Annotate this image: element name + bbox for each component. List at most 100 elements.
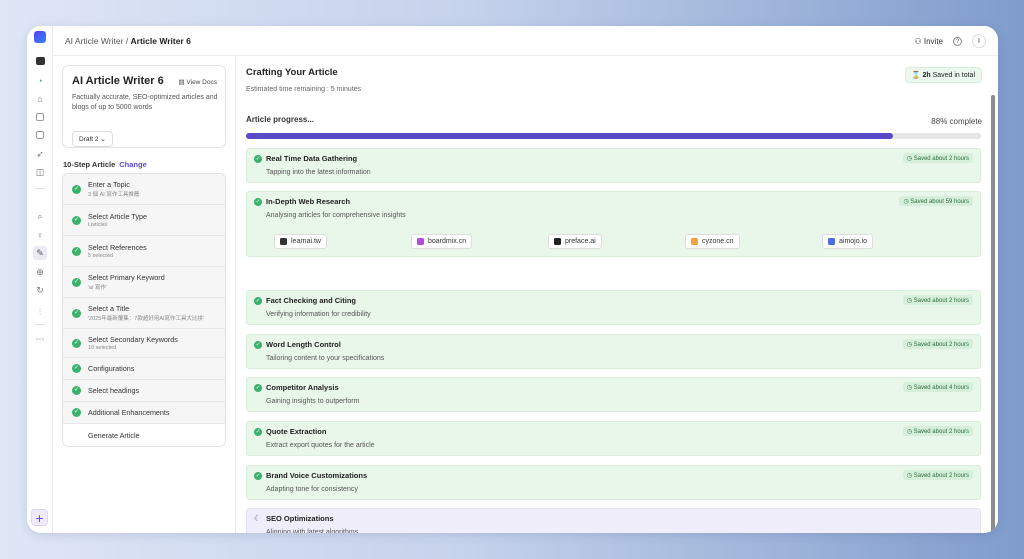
icon-rail: ◔ ⌂ ➶ ◫ ⌕ ♀ ✎ ⊕ ↻ ⫶ ⋯ + <box>27 26 53 533</box>
breadcrumb-separator: / <box>123 36 131 46</box>
step-item[interactable]: ✓ Enter a Topic 3 個 AI 寫作工具推薦 <box>63 174 225 205</box>
time-saved-badge: ◷ Saved about 2 hours <box>902 153 973 163</box>
rail-divider <box>35 324 45 325</box>
document-icon[interactable] <box>36 113 44 121</box>
time-saved-text: Saved about 2 hours <box>913 472 969 479</box>
favicon-icon <box>554 238 561 245</box>
search-icon[interactable]: ⌕ <box>35 211 45 221</box>
time-saved-text: Saved about 2 hours <box>913 341 969 348</box>
rail-divider <box>35 188 45 189</box>
task-card: ✓ Quote Extraction Extract export quotes f… <box>246 421 981 456</box>
time-saved-text: Saved about 2 hours <box>913 428 969 435</box>
task-name: SEO Optimizations <box>266 514 334 523</box>
steps-header-label: 10-Step Article <box>63 160 116 169</box>
check-circle-icon: ✓ <box>72 215 81 225</box>
step-label: Generate Article <box>88 430 140 440</box>
task-description: Gaining insights to outperform <box>266 398 360 405</box>
check-circle-icon: ✓ <box>254 428 262 436</box>
step-item[interactable]: ✓ Select a Title '2025年最新覆集：7款超好用AI寫作工具大比拼… <box>63 298 225 329</box>
task-description: Tailoring content to your specifications <box>266 355 385 362</box>
view-docs-link[interactable]: ▤ View Docs <box>178 78 217 86</box>
step-item[interactable]: ✓ Configurations <box>63 358 225 380</box>
saved-total-badge: ⌛ 2h Saved in total <box>904 67 982 83</box>
lightbulb-icon[interactable]: ♀ <box>35 230 45 240</box>
loading-icon[interactable]: ◔ <box>35 76 45 86</box>
source-chip[interactable]: cyzone.cn <box>685 234 740 249</box>
scrollbar[interactable] <box>991 95 995 533</box>
step-item[interactable]: ✓ Select References 5 selected <box>63 236 225 267</box>
source-chip[interactable]: boardmix.cn <box>411 234 473 249</box>
help-icon[interactable]: ? <box>953 36 962 46</box>
invite-label: Invite <box>923 36 943 46</box>
doc-icon: ▤ <box>178 79 185 86</box>
task-card: ✓ In-Depth Web Research Analysing articles… <box>246 191 981 257</box>
breadcrumb-parent[interactable]: AI Article Writer <box>65 36 123 46</box>
source-list: learnai.tw boardmix.cn preface.ai cyzone.cn… <box>274 234 994 250</box>
refresh-icon[interactable]: ↻ <box>35 285 45 295</box>
task-name: Word Length Control <box>266 340 341 349</box>
view-docs-label: View Docs <box>186 79 217 86</box>
task-description: Tapping into the latest information <box>266 169 371 176</box>
task-description: Analysing articles for comprehensive ins… <box>266 212 406 219</box>
progress-label: Article progress... <box>246 115 315 124</box>
app-window: ◔ ⌂ ➶ ◫ ⌕ ♀ ✎ ⊕ ↻ ⫶ ⋯ + AI Article Write… <box>27 26 998 533</box>
article-writer-description: Factually accurate, SEO-optimized articl… <box>72 94 218 111</box>
hourglass-icon: ⌛ <box>911 72 921 79</box>
progress-percent: 88% complete <box>931 117 982 126</box>
home-icon[interactable]: ⌂ <box>35 94 45 104</box>
clock-icon: ◷ <box>906 472 914 479</box>
source-chip[interactable]: learnai.tw <box>274 234 327 249</box>
more-icon[interactable]: ⋯ <box>35 334 45 344</box>
step-sub: 5 selected <box>88 253 114 259</box>
app-logo-icon[interactable] <box>34 31 46 43</box>
add-circle-icon[interactable]: ⊕ <box>35 267 45 277</box>
clock-icon: ◷ <box>906 428 914 435</box>
article-info-card: AI Article Writer 6 ▤ View Docs Factuall… <box>62 65 226 148</box>
check-circle-icon: ✓ <box>254 198 262 206</box>
step-item[interactable]: ✓ Select headings <box>63 380 225 402</box>
source-label: learnai.tw <box>291 237 321 245</box>
clock-icon: ◷ <box>906 341 914 348</box>
chart-icon[interactable]: ⫶ <box>35 307 45 317</box>
source-chip[interactable]: aimojo.io <box>822 234 874 249</box>
breadcrumb: AI Article Writer / Article Writer 6 <box>65 36 191 46</box>
time-saved-text: Saved about 4 hours <box>913 384 969 391</box>
draft-selector[interactable]: Draft 2 ⌄ <box>72 131 113 147</box>
task-card: ✓ Real Time Data Gathering Tapping into th… <box>246 148 981 183</box>
step-item[interactable]: ✓ Select Article Type Listicles <box>63 205 225 236</box>
check-circle-icon: ✓ <box>254 384 262 392</box>
check-circle-icon: ✓ <box>254 341 262 349</box>
favicon-icon <box>691 238 698 245</box>
check-circle-icon: ✓ <box>254 155 262 163</box>
source-chip[interactable]: preface.ai <box>548 234 602 249</box>
top-actions: ⚇ Invite ? I <box>914 34 986 48</box>
step-label: Select References <box>88 243 147 252</box>
saved-total-text: Saved in total <box>932 72 975 79</box>
rocket-icon[interactable]: ➶ <box>35 149 45 159</box>
step-item[interactable]: Generate Article <box>63 424 225 446</box>
draft-label: Draft 2 <box>79 136 99 143</box>
image-icon[interactable] <box>36 131 44 139</box>
source-label: boardmix.cn <box>428 237 467 245</box>
bag-icon[interactable]: ◫ <box>35 167 45 177</box>
step-item[interactable]: ✓ Select Secondary Keywords 10 selected <box>63 329 225 358</box>
step-item[interactable]: ✓ Additional Enhancements <box>63 402 225 424</box>
progress-bar-fill <box>246 133 893 139</box>
invite-button[interactable]: ⚇ Invite <box>914 37 943 46</box>
time-remaining: Estimated time remaining : 5 minutes <box>246 86 362 93</box>
check-circle-icon: ✓ <box>72 277 81 287</box>
step-item[interactable]: ✓ Select Primary Keyword 'ai 寫作' <box>63 267 225 298</box>
main-content: Crafting Your Article Estimated time rem… <box>236 56 998 533</box>
save-icon[interactable] <box>35 57 45 65</box>
pen-icon[interactable]: ✎ <box>33 246 47 260</box>
task-card: ✓ Brand Voice Customizations Adapting tone… <box>246 465 981 500</box>
step-label: Select Secondary Keywords <box>88 335 178 344</box>
avatar[interactable]: I <box>972 34 986 48</box>
change-steps-link[interactable]: Change <box>119 160 147 169</box>
task-card: ✓ Word Length Control Tailoring content to… <box>246 334 981 369</box>
task-name: Fact Checking and Citing <box>266 296 357 305</box>
time-saved-text: Saved about 2 hours <box>913 297 969 304</box>
new-item-button[interactable]: + <box>31 509 48 526</box>
task-name: Brand Voice Customizations <box>266 471 368 480</box>
user-icon: ⚇ <box>914 36 922 46</box>
